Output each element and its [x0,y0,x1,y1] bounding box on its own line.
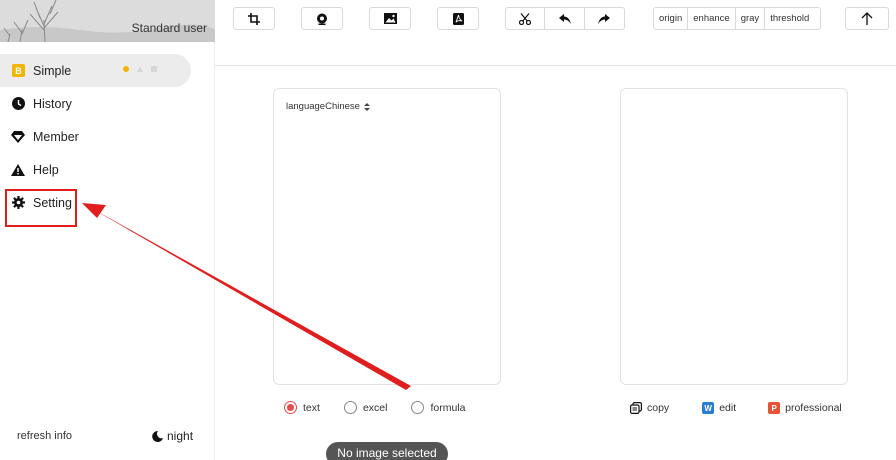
filter-threshold-button[interactable]: threshold [765,8,814,29]
camera-icon [317,13,327,25]
professional-label: professional [785,402,842,414]
night-mode-toggle[interactable]: night [152,429,193,443]
filter-origin-button[interactable]: origin [654,8,689,29]
copy-icon [630,402,642,414]
yellow-dot-icon [123,66,129,72]
sidebar-item-member[interactable]: Member [0,120,215,153]
sidebar: Standard user B Simple History Member He… [0,0,215,460]
image-icon [383,13,397,24]
crop-icon [248,12,260,25]
mode-text-radio[interactable]: text [284,401,320,414]
undo-icon [558,13,571,24]
upload-button[interactable] [845,7,889,30]
pdf-icon [452,12,464,25]
simple-icon: B [11,64,25,78]
upload-arrow-icon [861,12,873,25]
status-toast: No image selected [326,442,448,460]
edit-label: edit [719,402,737,414]
status-indicators [123,66,157,72]
cut-icon [519,12,532,25]
moon-icon [152,430,163,442]
radio-label: formula [430,401,466,414]
diamond-icon [11,130,25,144]
filter-button-group: origin enhance gray threshold [653,7,821,30]
mode-radio-group: text excel formula [284,401,489,414]
user-level-label: Standard user [131,21,207,35]
camera-button[interactable] [301,7,343,30]
filter-gray-button[interactable]: gray [736,8,766,29]
language-selector[interactable]: languageChinese [286,101,370,112]
warning-icon [11,163,25,177]
radio-label: text [303,401,320,414]
copy-label: copy [647,402,670,414]
edit-button-group [505,7,625,30]
radio-label: excel [362,401,388,414]
undo-button[interactable] [545,8,585,29]
redo-icon [598,13,611,24]
word-icon: W [702,402,715,414]
cut-button[interactable] [506,8,546,29]
mode-formula-radio[interactable]: formula [411,401,465,414]
copy-button[interactable]: copy [630,402,669,414]
image-button[interactable] [369,7,411,30]
source-panel: languageChinese [273,88,501,385]
professional-button[interactable]: P professional [768,402,842,414]
result-panel [620,88,848,385]
triangle-icon [137,66,143,72]
redo-button[interactable] [585,8,624,29]
square-icon [151,66,157,72]
mode-excel-radio[interactable]: excel [343,401,388,414]
sidebar-item-simple[interactable]: B Simple [0,54,191,87]
refresh-info-link[interactable]: refresh info [17,430,72,442]
language-value: Chinese [325,101,360,112]
select-arrows-icon [363,102,370,111]
sidebar-item-label: Simple [33,63,72,78]
radio-unselected-icon [343,401,357,414]
toolbar: origin enhance gray threshold [215,0,896,66]
svg-text:B: B [15,66,22,76]
sidebar-item-label: Member [33,129,79,144]
user-banner: Standard user [0,0,215,42]
annotation-highlight-box [5,189,77,227]
filter-enhance-button[interactable]: enhance [688,8,736,29]
night-label: night [167,429,194,443]
pdf-button[interactable] [437,7,479,30]
sidebar-item-label: History [33,96,72,111]
clock-icon [11,97,25,111]
radio-unselected-icon [411,401,425,414]
sidebar-item-history[interactable]: History [0,87,215,120]
sidebar-item-label: Help [33,162,59,177]
ppt-icon: P [768,402,781,414]
language-label: language [286,101,326,112]
sidebar-item-help[interactable]: Help [0,153,215,186]
radio-selected-icon [284,401,297,414]
edit-button[interactable]: W edit [702,402,736,414]
result-actions: copy W edit P professional [630,402,842,414]
crop-button[interactable] [233,7,275,30]
sidebar-footer: refresh info night [0,422,215,452]
